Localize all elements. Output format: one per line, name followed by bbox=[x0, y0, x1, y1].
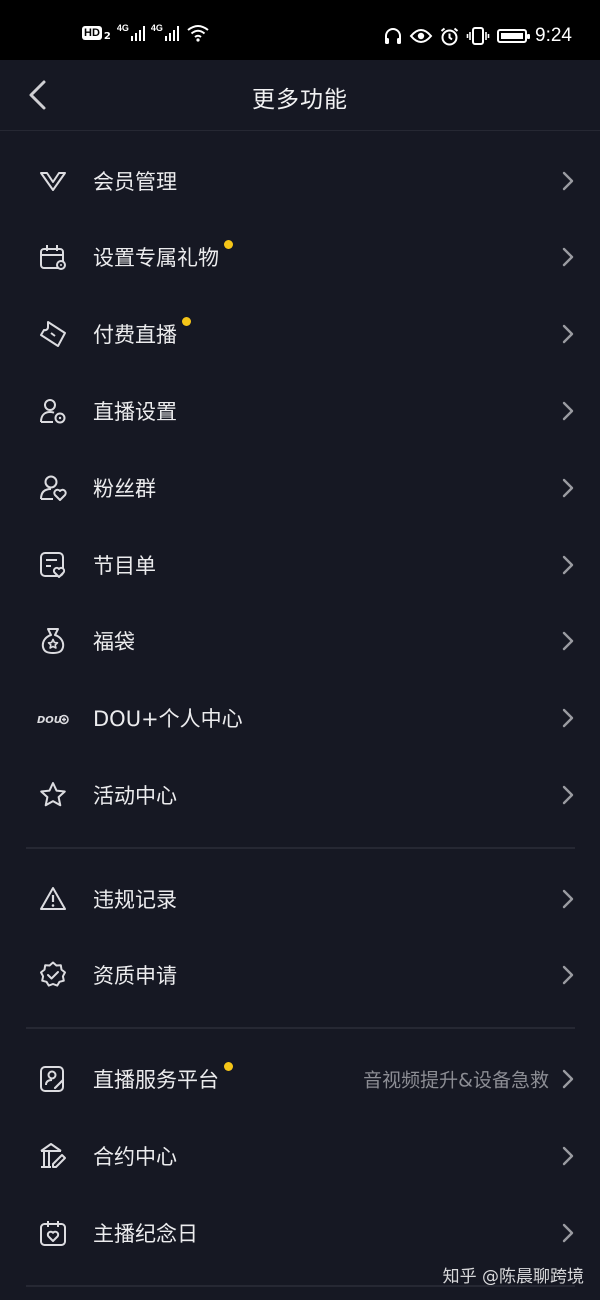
signal-bars-icon bbox=[164, 25, 179, 41]
chevron-right-icon bbox=[562, 247, 574, 267]
contract-building-icon bbox=[40, 1143, 66, 1168]
menu-item-exclusive-gift[interactable]: 设置专属礼物 bbox=[0, 219, 600, 295]
menu-item-label: 福袋 bbox=[93, 630, 135, 654]
service-platform-icon bbox=[40, 1066, 65, 1092]
menu-item-qualification[interactable]: 资质申请 bbox=[0, 937, 600, 1013]
menu-item-lucky-bag[interactable]: 福袋 bbox=[0, 603, 600, 679]
menu-item-membership[interactable]: 会员管理 bbox=[0, 143, 600, 219]
menu-item-fan-group[interactable]: 粉丝群 bbox=[0, 450, 600, 526]
battery-icon bbox=[497, 29, 531, 43]
network-type-2: 4G bbox=[150, 23, 163, 33]
vibrate-icon bbox=[466, 27, 490, 45]
chevron-right-icon bbox=[562, 785, 574, 805]
warning-icon bbox=[40, 887, 66, 910]
section-divider bbox=[26, 847, 575, 849]
status-bar: HD 2 4G 4G 9:24 bbox=[0, 0, 600, 60]
alarm-icon bbox=[440, 27, 459, 45]
signal-bars-icon bbox=[130, 25, 145, 41]
new-badge-dot bbox=[224, 240, 233, 249]
chevron-right-icon bbox=[562, 478, 574, 498]
menu-item-label: 粉丝群 bbox=[93, 477, 156, 501]
svg-text:DOU: DOU bbox=[37, 715, 62, 726]
chevron-right-icon bbox=[562, 965, 574, 985]
network-type-1: 4G bbox=[116, 23, 129, 33]
chevron-right-icon bbox=[562, 555, 574, 575]
menu-item-activity-center[interactable]: 活动中心 bbox=[0, 757, 600, 833]
hd-sub: 2 bbox=[103, 30, 111, 42]
chevron-right-icon bbox=[562, 1146, 574, 1166]
clock-time: 9:24 bbox=[535, 25, 572, 46]
ticket-icon bbox=[40, 321, 66, 347]
menu-item-label: 违规记录 bbox=[93, 888, 177, 912]
lucky-bag-icon bbox=[41, 628, 65, 654]
new-badge-dot bbox=[182, 317, 191, 326]
user-settings-icon bbox=[40, 399, 66, 424]
menu-item-subtitle: 音视频提升&设备急救 bbox=[363, 1069, 549, 1092]
menu-item-label: 资质申请 bbox=[93, 964, 177, 988]
dou-plus-icon: DOU bbox=[37, 714, 69, 726]
gift-calendar-icon bbox=[40, 245, 66, 270]
menu-item-paid-live[interactable]: 付费直播 bbox=[0, 296, 600, 372]
wifi-icon bbox=[187, 25, 209, 42]
menu-item-label: 节目单 bbox=[93, 554, 156, 578]
status-right: 9:24 bbox=[384, 25, 572, 47]
menu-item-anchor-anniversary[interactable]: 主播纪念日 bbox=[0, 1195, 600, 1271]
source-watermark: 知乎 @陈晨聊跨境 bbox=[442, 1267, 584, 1287]
menu-item-label: 付费直播 bbox=[93, 317, 191, 349]
menu-item-label: 直播设置 bbox=[93, 400, 177, 424]
menu-item-live-settings[interactable]: 直播设置 bbox=[0, 373, 600, 449]
menu-item-label: 活动中心 bbox=[93, 784, 177, 808]
menu-item-label: 合约中心 bbox=[93, 1145, 177, 1169]
chevron-right-icon bbox=[562, 324, 574, 344]
vip-v-icon bbox=[40, 172, 66, 191]
new-badge-dot bbox=[224, 1062, 233, 1071]
status-left: HD 2 4G 4G bbox=[82, 23, 209, 42]
verified-badge-icon bbox=[40, 961, 66, 987]
eye-icon bbox=[409, 29, 433, 43]
star-icon bbox=[40, 782, 66, 807]
menu-item-label: 设置专属礼物 bbox=[93, 240, 233, 272]
chevron-right-icon bbox=[562, 171, 574, 191]
menu-item-contract-center[interactable]: 合约中心 bbox=[0, 1118, 600, 1194]
headphones-icon bbox=[385, 28, 402, 44]
menu-item-label: 会员管理 bbox=[93, 170, 177, 194]
chevron-right-icon bbox=[562, 401, 574, 421]
section-divider bbox=[26, 1027, 575, 1029]
menu-item-label: DOU+个人中心 bbox=[93, 707, 243, 731]
user-heart-icon bbox=[40, 475, 67, 501]
chevron-right-icon bbox=[562, 1069, 574, 1089]
navigation-bar: 更多功能 bbox=[0, 60, 600, 131]
hd-indicator: HD bbox=[82, 26, 102, 40]
chevron-right-icon bbox=[562, 631, 574, 651]
menu-item-program-list[interactable]: 节目单 bbox=[0, 527, 600, 603]
menu-item-violation-records[interactable]: 违规记录 bbox=[0, 861, 600, 937]
menu-item-live-service-platform[interactable]: 直播服务平台 音视频提升&设备急救 bbox=[0, 1041, 600, 1117]
chevron-right-icon bbox=[562, 889, 574, 909]
menu-item-dou-plus[interactable]: DOU DOU+个人中心 bbox=[0, 680, 600, 756]
chevron-right-icon bbox=[562, 1223, 574, 1243]
anniversary-calendar-icon bbox=[40, 1221, 66, 1246]
menu-item-label: 直播服务平台 bbox=[93, 1062, 233, 1094]
menu-item-label: 主播纪念日 bbox=[93, 1222, 198, 1246]
chevron-right-icon bbox=[562, 708, 574, 728]
page-title: 更多功能 bbox=[252, 87, 348, 113]
program-list-icon bbox=[40, 552, 66, 578]
